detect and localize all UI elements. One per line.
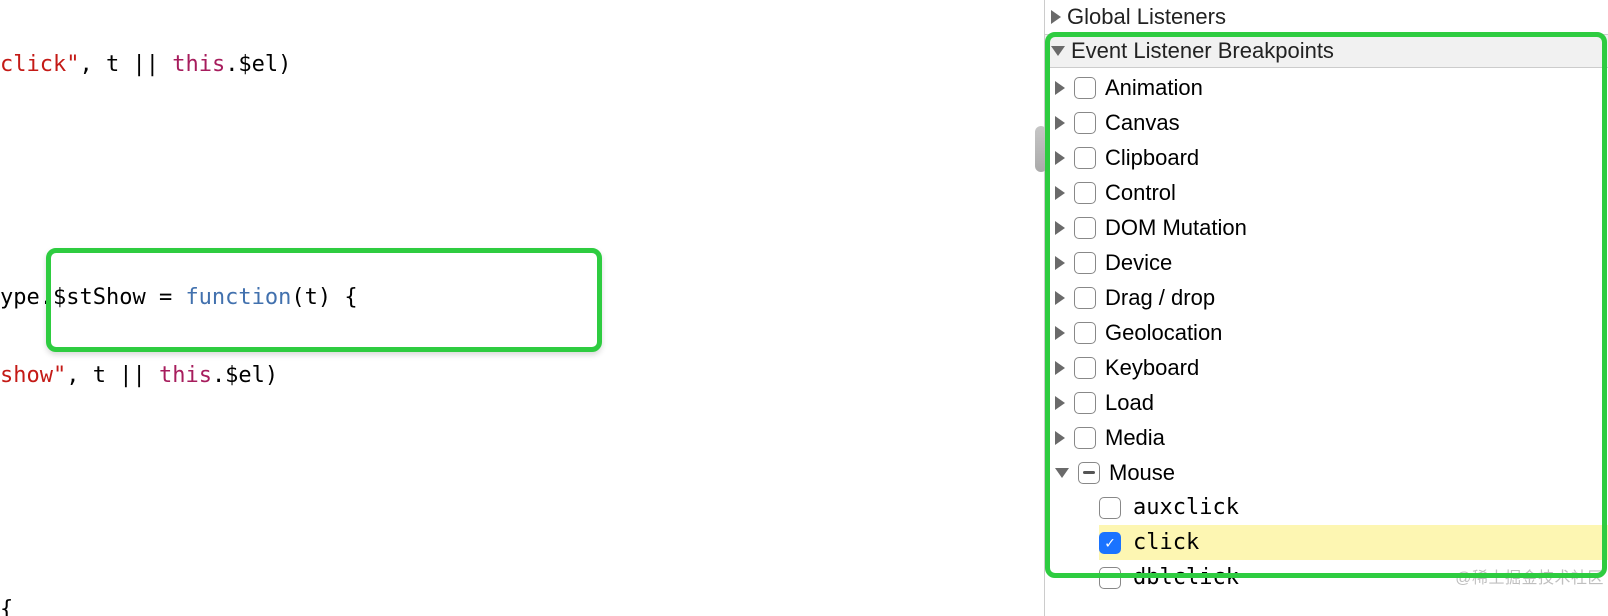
chevron-right-icon <box>1055 221 1065 235</box>
event-category-device[interactable]: Device <box>1055 245 1608 280</box>
checkbox[interactable] <box>1074 287 1096 309</box>
event-category-canvas[interactable]: Canvas <box>1055 105 1608 140</box>
event-auxclick[interactable]: auxclick <box>1099 490 1608 525</box>
chevron-right-icon <box>1051 10 1061 24</box>
chevron-right-icon <box>1055 431 1065 445</box>
section-title: Event Listener Breakpoints <box>1071 38 1334 64</box>
checkbox[interactable] <box>1074 252 1096 274</box>
chevron-down-icon <box>1055 468 1069 478</box>
chevron-right-icon <box>1055 151 1065 165</box>
checkbox[interactable] <box>1099 497 1121 519</box>
checkbox-indeterminate[interactable] <box>1078 462 1100 484</box>
chevron-right-icon <box>1055 396 1065 410</box>
watermark: @稀土掘金技术社区 <box>1455 564 1604 588</box>
chevron-down-icon <box>1051 46 1065 56</box>
checkbox[interactable] <box>1074 427 1096 449</box>
chevron-right-icon <box>1055 81 1065 95</box>
checkbox[interactable] <box>1074 147 1096 169</box>
event-category-clipboard[interactable]: Clipboard <box>1055 140 1608 175</box>
checkbox-checked[interactable] <box>1099 532 1121 554</box>
checkbox[interactable] <box>1099 567 1121 589</box>
code-token: click" <box>0 52 79 77</box>
checkbox[interactable] <box>1074 357 1096 379</box>
global-listeners-section[interactable]: Global Listeners <box>1045 0 1608 34</box>
checkbox[interactable] <box>1074 217 1096 239</box>
event-category-media[interactable]: Media <box>1055 420 1608 455</box>
checkbox[interactable] <box>1074 392 1096 414</box>
section-title: Global Listeners <box>1067 4 1226 30</box>
event-category-keyboard[interactable]: Keyboard <box>1055 350 1608 385</box>
chevron-right-icon <box>1055 186 1065 200</box>
chevron-right-icon <box>1055 326 1065 340</box>
event-category-list: Animation Canvas Clipboard Control DOM M… <box>1045 68 1608 595</box>
event-click[interactable]: click <box>1099 525 1608 560</box>
event-category-mouse[interactable]: Mouse <box>1055 455 1608 490</box>
event-category-animation[interactable]: Animation <box>1055 70 1608 105</box>
scrollbar-thumb[interactable] <box>1035 126 1047 172</box>
event-category-geolocation[interactable]: Geolocation <box>1055 315 1608 350</box>
event-category-load[interactable]: Load <box>1055 385 1608 420</box>
event-category-dom-mutation[interactable]: DOM Mutation <box>1055 210 1608 245</box>
checkbox[interactable] <box>1074 322 1096 344</box>
checkbox[interactable] <box>1074 77 1096 99</box>
chevron-right-icon <box>1055 116 1065 130</box>
checkbox[interactable] <box>1074 112 1096 134</box>
chevron-right-icon <box>1055 291 1065 305</box>
source-code-panel[interactable]: click", t || this.$el) ype.$stShow = fun… <box>0 0 1044 616</box>
event-listener-breakpoints-section[interactable]: Event Listener Breakpoints <box>1045 34 1608 68</box>
event-category-drag-drop[interactable]: Drag / drop <box>1055 280 1608 315</box>
event-category-control[interactable]: Control <box>1055 175 1608 210</box>
checkbox[interactable] <box>1074 182 1096 204</box>
chevron-right-icon <box>1055 361 1065 375</box>
debugger-sidebar[interactable]: Global Listeners Event Listener Breakpoi… <box>1044 0 1608 616</box>
chevron-right-icon <box>1055 256 1065 270</box>
